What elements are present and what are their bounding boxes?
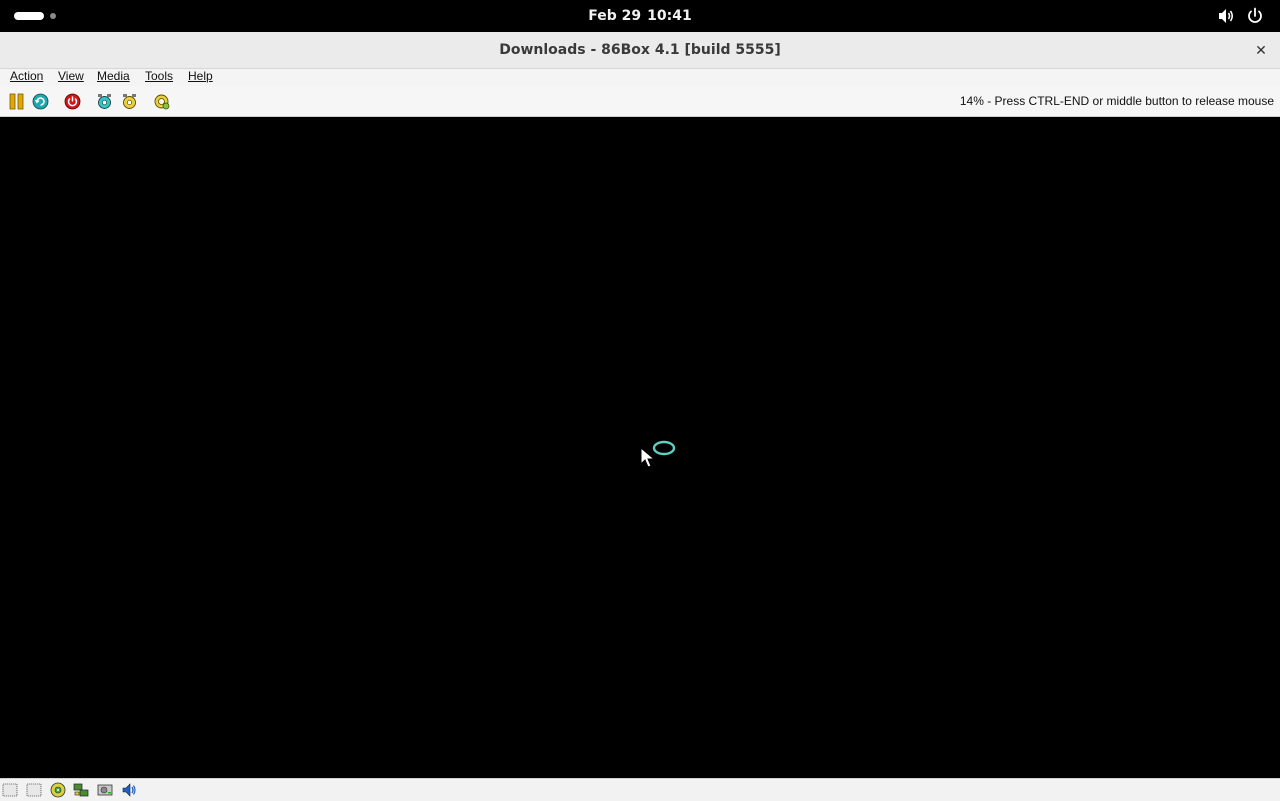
window-title: Downloads - 86Box 4.1 [build 5555] <box>499 42 781 58</box>
clock[interactable]: Feb 29 10:41 <box>540 0 740 32</box>
activities-indicator[interactable] <box>14 10 58 22</box>
system-top-bar: Feb 29 10:41 <box>0 0 1280 32</box>
window-title-bar[interactable]: Downloads - 86Box 4.1 [build 5555] ✕ <box>0 32 1280 69</box>
workspace-dot <box>50 13 56 19</box>
network-icon[interactable] <box>73 782 89 798</box>
sound-icon[interactable] <box>121 782 137 798</box>
menu-bar: Action View Media Tools Help <box>0 69 1280 86</box>
clock-time: 10:41 <box>647 8 692 24</box>
toolbar: 14% - Press CTRL-END or middle button to… <box>0 86 1280 117</box>
busy-spinner-icon <box>652 440 676 456</box>
status-bar <box>0 778 1280 801</box>
ctrl-alt-del-icon[interactable] <box>96 93 113 110</box>
power-icon[interactable] <box>1245 6 1265 26</box>
workspace-active-pill <box>14 12 44 20</box>
mouse-capture-status: 14% - Press CTRL-END or middle button to… <box>959 94 1274 108</box>
menu-action[interactable]: Action <box>10 69 43 86</box>
close-button[interactable]: ✕ <box>1250 40 1272 62</box>
menu-tools[interactable]: Tools <box>145 69 173 86</box>
cdrom-icon[interactable] <box>50 782 66 798</box>
menu-media[interactable]: Media <box>97 69 130 86</box>
settings-icon[interactable] <box>153 93 170 110</box>
power-off-icon[interactable] <box>64 93 81 110</box>
hard-reset-icon[interactable] <box>32 93 49 110</box>
emulator-screen[interactable] <box>0 117 1280 778</box>
floppy-drive-2-icon[interactable] <box>26 782 42 798</box>
hard-disk-icon[interactable] <box>97 782 113 798</box>
volume-icon[interactable] <box>1216 6 1236 26</box>
pause-icon[interactable] <box>8 93 25 110</box>
floppy-drive-1-icon[interactable] <box>2 782 18 798</box>
menu-help[interactable]: Help <box>188 69 213 86</box>
ctrl-alt-esc-icon[interactable] <box>121 93 138 110</box>
clock-date: Feb 29 <box>588 8 642 24</box>
menu-view[interactable]: View <box>58 69 84 86</box>
